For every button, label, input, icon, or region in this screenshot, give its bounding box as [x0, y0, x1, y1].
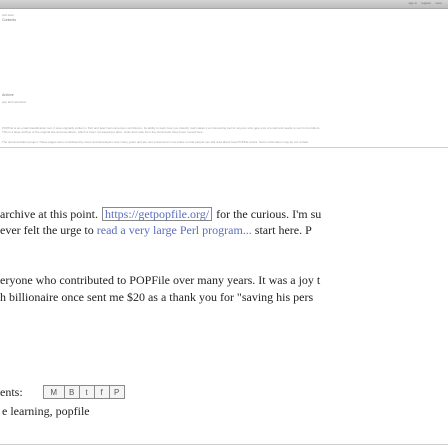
post-line-2: ever felt the urge to read a very large …: [0, 223, 312, 237]
navbar-link-more[interactable]: more: [435, 1, 442, 5]
share-buttons: M B t f P: [42, 385, 125, 399]
comments-label[interactable]: ents:: [0, 385, 23, 400]
getpopfile-link[interactable]: https://getpopfile.org/: [101, 207, 213, 221]
post-line-3: eryone who contributed to POPFile over m…: [0, 273, 321, 287]
post-labels[interactable]: e learning, popfile: [2, 404, 90, 419]
post-footer: ents: M B t f P: [0, 385, 125, 400]
header-small-line: sub desc: [2, 13, 15, 17]
navbar-link-register[interactable]: register: [421, 1, 431, 5]
archive-subtitle: pop and reference: [2, 100, 27, 104]
post-line-1: archive at this point. https://getpopfil…: [0, 207, 321, 221]
navbar-links: sign in register more: [408, 1, 442, 5]
post-line-4: h billionaire once sent me $20 as a than…: [0, 290, 314, 304]
blogthis-icon[interactable]: B: [63, 385, 80, 399]
intro-line-2: This is a large archive of the original …: [2, 130, 204, 134]
intro-line-3: The documentation project. These pages w…: [2, 140, 309, 144]
post-line-1-prefix: archive at this point.: [0, 207, 98, 221]
email-icon[interactable]: M: [42, 385, 65, 399]
bottom-divider: [0, 444, 448, 445]
post-line-2-prefix: ever felt the urge to: [0, 223, 94, 237]
top-navbar: sign in register more: [0, 0, 448, 9]
facebook-icon[interactable]: f: [93, 385, 110, 399]
section-divider: [0, 147, 448, 148]
post-line-1-suffix: for the curious. I'm su: [216, 207, 322, 221]
perl-program-link[interactable]: read a very large Perl program...: [97, 223, 252, 237]
navbar-link-signin[interactable]: sign in: [408, 1, 417, 5]
post-line-2-suffix: start here. P: [254, 223, 312, 237]
blog-title[interactable]: Contents: [2, 18, 16, 22]
pinterest-icon[interactable]: P: [108, 385, 125, 399]
archive-title: Archive: [2, 93, 14, 97]
twitter-icon[interactable]: t: [78, 385, 95, 399]
